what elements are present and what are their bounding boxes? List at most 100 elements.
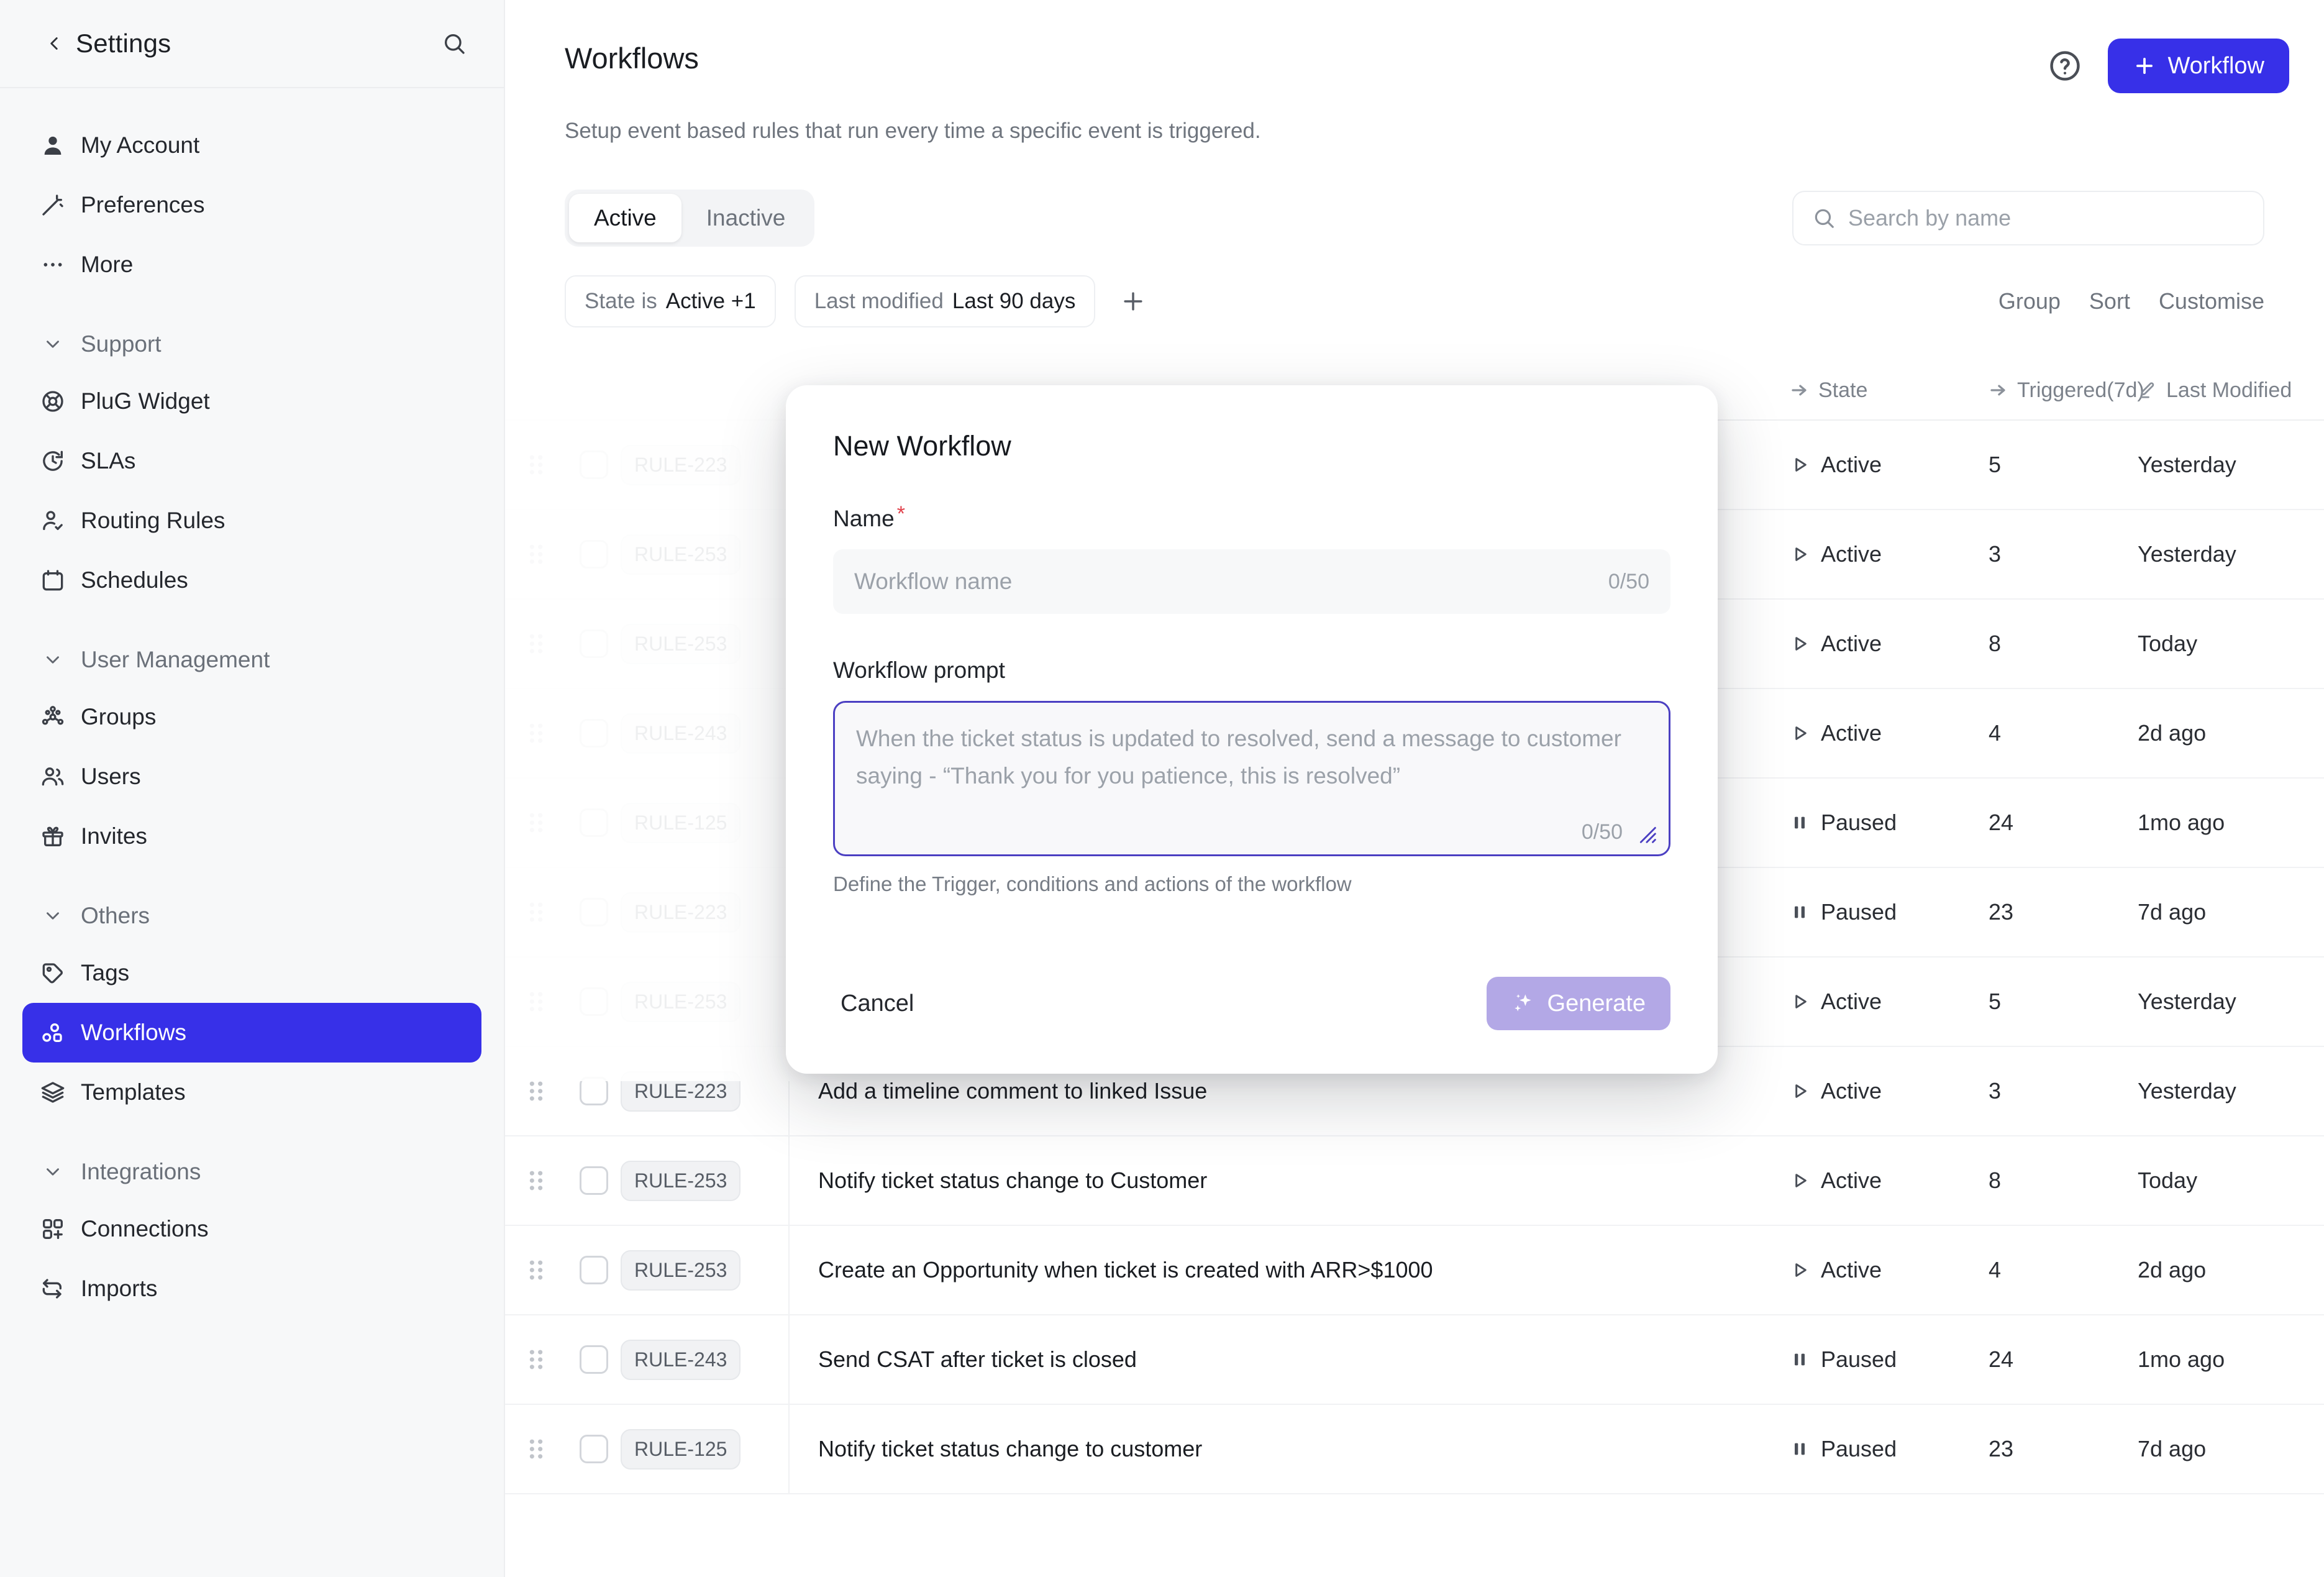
group-button[interactable]: Group xyxy=(1998,288,2061,314)
row-select-cell[interactable] xyxy=(567,1077,621,1105)
row-modified-cell: 2d ago xyxy=(2138,1257,2207,1282)
workflow-name-input[interactable]: Workflow name 0/50 xyxy=(833,549,1670,614)
sidebar-item-more[interactable]: More xyxy=(22,235,481,295)
add-workflow-button[interactable]: Workflow xyxy=(2108,39,2289,93)
row-checkbox[interactable] xyxy=(580,1166,608,1195)
customise-button[interactable]: Customise xyxy=(2159,288,2264,314)
sidebar-section-others[interactable]: Others xyxy=(22,890,481,942)
col-triggered[interactable]: Triggered(7d) xyxy=(1989,378,2144,403)
table-row[interactable]: RULE-125 Notify ticket status change to c… xyxy=(505,1405,2324,1494)
generate-button[interactable]: Generate xyxy=(1486,977,1670,1030)
sidebar-item-invites[interactable]: Invites xyxy=(22,807,481,866)
drag-handle-icon[interactable] xyxy=(505,1079,567,1103)
play-icon xyxy=(1790,1081,1810,1101)
row-checkbox[interactable] xyxy=(580,540,608,569)
sidebar-section-user-management[interactable]: User Management xyxy=(22,634,481,686)
search-input[interactable]: Search by name xyxy=(1792,191,2264,245)
row-checkbox[interactable] xyxy=(580,1077,608,1105)
gift-icon xyxy=(39,822,67,851)
row-select-cell[interactable] xyxy=(567,1166,621,1195)
filter-chip-value: Last 90 days xyxy=(952,289,1076,313)
row-select-cell[interactable] xyxy=(567,1435,621,1463)
sidebar-item-label: Tags xyxy=(81,960,130,985)
row-modified-cell: Yesterday xyxy=(2138,1078,2236,1104)
filter-chip-state[interactable]: State is Active +1 xyxy=(565,275,776,327)
row-id-cell: RULE-253 xyxy=(621,534,788,575)
new-workflow-modal: New Workflow Name * Workflow name 0/50 W… xyxy=(786,385,1718,1074)
drag-handle-icon[interactable] xyxy=(505,990,567,1013)
workflow-name-placeholder: Workflow name xyxy=(854,569,1013,594)
row-checkbox[interactable] xyxy=(580,450,608,479)
drag-handle-icon[interactable] xyxy=(505,811,567,834)
tab-active[interactable]: Active xyxy=(569,194,681,242)
drag-handle-icon[interactable] xyxy=(505,632,567,656)
row-select-cell[interactable] xyxy=(567,808,621,837)
sidebar-item-schedules[interactable]: Schedules xyxy=(22,551,481,610)
sidebar-item-preferences[interactable]: Preferences xyxy=(22,175,481,235)
sidebar-item-my-account[interactable]: My Account xyxy=(22,116,481,175)
row-checkbox[interactable] xyxy=(580,808,608,837)
table-row[interactable]: RULE-243 Send CSAT after ticket is closed… xyxy=(505,1315,2324,1405)
chevron-left-icon[interactable] xyxy=(43,33,65,54)
row-select-cell[interactable] xyxy=(567,629,621,658)
row-checkbox[interactable] xyxy=(580,1256,608,1284)
row-state-cell: Active xyxy=(1790,989,1989,1015)
table-row[interactable]: RULE-253 Create an Opportunity when ticke… xyxy=(505,1226,2324,1315)
row-select-cell[interactable] xyxy=(567,1256,621,1284)
row-modified-cell: 7d ago xyxy=(2138,1436,2207,1461)
drag-handle-icon[interactable] xyxy=(505,453,567,477)
row-checkbox[interactable] xyxy=(580,629,608,658)
sidebar-item-groups[interactable]: Groups xyxy=(22,687,481,747)
row-select-cell[interactable] xyxy=(567,898,621,926)
row-select-cell[interactable] xyxy=(567,987,621,1016)
sidebar-item-users[interactable]: Users xyxy=(22,747,481,807)
filter-chip-last-modified[interactable]: Last modified Last 90 days xyxy=(794,275,1096,327)
row-checkbox[interactable] xyxy=(580,987,608,1016)
drag-handle-icon[interactable] xyxy=(505,900,567,924)
sidebar-item-tags[interactable]: Tags xyxy=(22,943,481,1003)
row-checkbox[interactable] xyxy=(580,898,608,926)
page-header: Workflows Workflow xyxy=(505,0,2324,93)
drag-handle-icon[interactable] xyxy=(505,542,567,566)
row-select-cell[interactable] xyxy=(567,540,621,569)
row-checkbox[interactable] xyxy=(580,1345,608,1374)
cancel-button[interactable]: Cancel xyxy=(833,979,921,1028)
table-row[interactable]: RULE-253 Notify ticket status change to C… xyxy=(505,1136,2324,1226)
lifebuoy-icon xyxy=(39,387,67,416)
drag-handle-icon[interactable] xyxy=(505,721,567,745)
sidebar-item-connections[interactable]: Connections xyxy=(22,1199,481,1259)
tab-inactive[interactable]: Inactive xyxy=(681,194,811,242)
view-options: Group Sort Customise xyxy=(1998,288,2264,314)
row-checkbox[interactable] xyxy=(580,1435,608,1463)
question-circle-icon[interactable] xyxy=(2047,48,2083,84)
add-filter-button[interactable] xyxy=(1114,282,1152,321)
sidebar-item-workflows[interactable]: Workflows xyxy=(22,1003,481,1063)
workflow-prompt-textarea[interactable]: When the ticket status is updated to res… xyxy=(833,701,1670,856)
sort-button[interactable]: Sort xyxy=(2089,288,2130,314)
sidebar-item-label: PluG Widget xyxy=(81,388,210,414)
col-state[interactable]: State xyxy=(1790,378,1989,403)
sidebar-item-slas[interactable]: SLAs xyxy=(22,431,481,491)
drag-handle-icon[interactable] xyxy=(505,1169,567,1192)
sidebar-item-plug-widget[interactable]: PluG Widget xyxy=(22,372,481,431)
sidebar-item-templates[interactable]: Templates xyxy=(22,1063,481,1122)
sidebar-item-imports[interactable]: Imports xyxy=(22,1259,481,1319)
required-asterisk: * xyxy=(896,502,905,526)
drag-handle-icon[interactable] xyxy=(505,1258,567,1282)
drag-handle-icon[interactable] xyxy=(505,1348,567,1371)
sidebar-section-integrations[interactable]: Integrations xyxy=(22,1146,481,1198)
resize-handle-icon[interactable] xyxy=(1631,818,1660,847)
row-select-cell[interactable] xyxy=(567,1345,621,1374)
row-select-cell[interactable] xyxy=(567,450,621,479)
state-tabs: Active Inactive xyxy=(565,190,815,247)
row-triggered-cell: 23 xyxy=(1989,1436,2014,1461)
sidebar-section-support[interactable]: Support xyxy=(22,318,481,370)
row-checkbox[interactable] xyxy=(580,719,608,747)
search-icon[interactable] xyxy=(442,31,467,56)
drag-handle-icon[interactable] xyxy=(505,1437,567,1461)
chevron-down-icon xyxy=(39,646,67,674)
col-last-modified[interactable]: Last Modified xyxy=(2138,378,2324,403)
sidebar-item-routing-rules[interactable]: Routing Rules xyxy=(22,491,481,551)
row-state-cell: Active xyxy=(1790,1078,1989,1104)
row-select-cell[interactable] xyxy=(567,719,621,747)
